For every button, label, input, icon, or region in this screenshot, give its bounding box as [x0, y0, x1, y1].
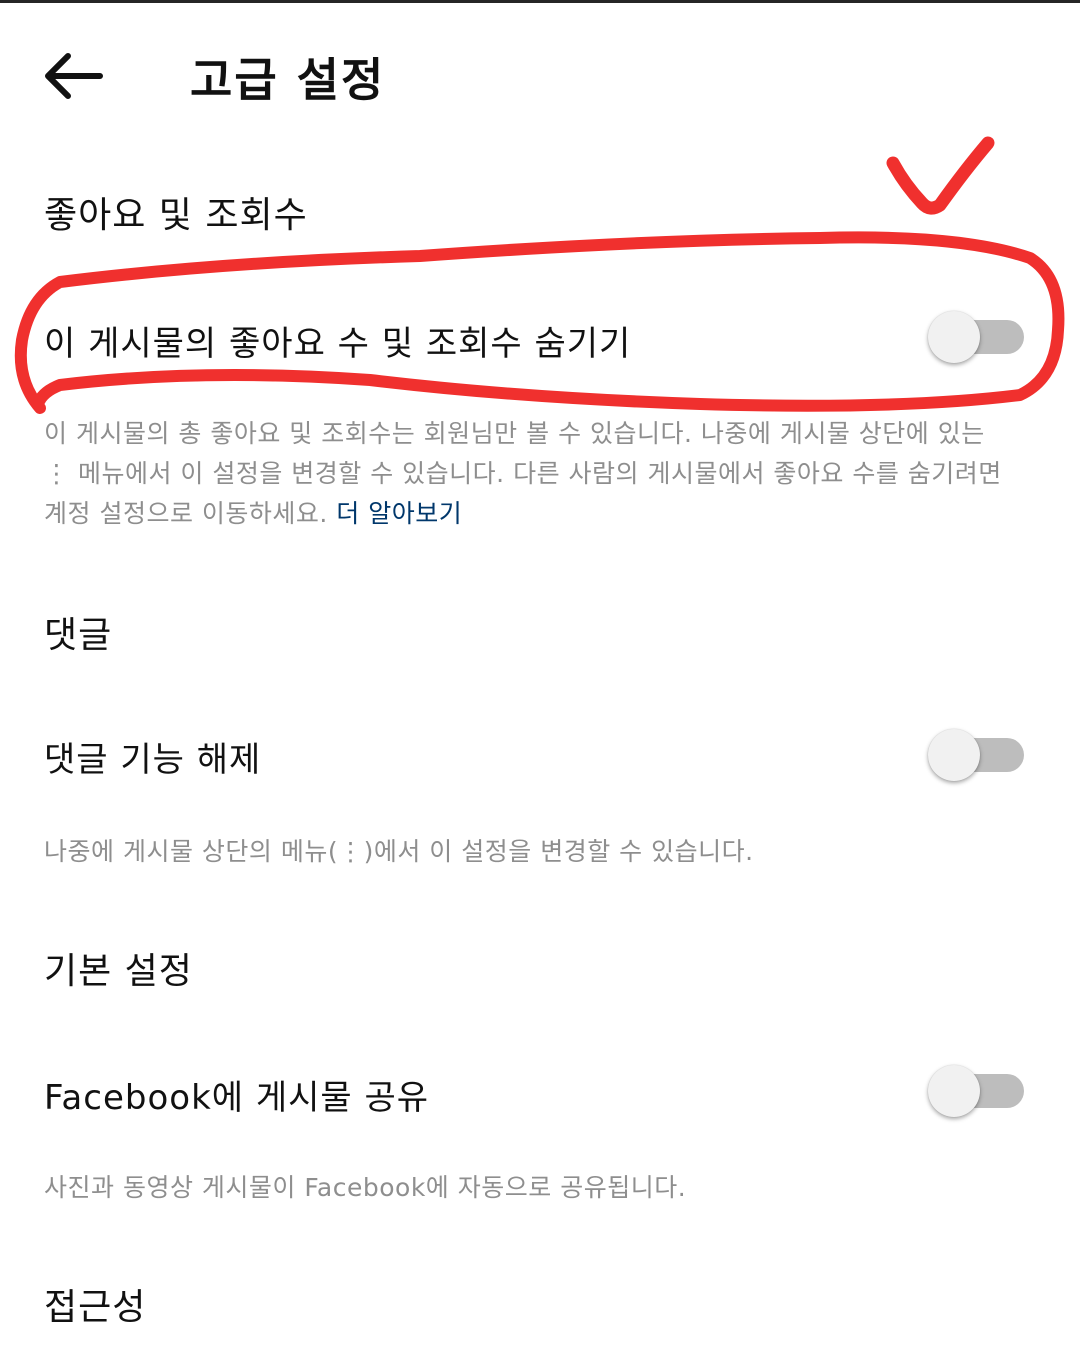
red-checkmark-icon — [886, 136, 995, 215]
hide-likes-label: 이 게시물의 좋아요 수 및 조회수 숨기기 — [44, 324, 632, 364]
hide-likes-description-text: 이 게시물의 총 좋아요 및 조회수는 회원님만 볼 수 있습니다. 나중에 게… — [44, 419, 1002, 528]
basic-settings-section-title: 기본 설정 — [44, 951, 193, 992]
toggle-thumb — [928, 311, 980, 363]
comments-section-title: 댓글 — [44, 615, 113, 656]
turn-off-comments-label: 댓글 기능 해제 — [44, 740, 262, 780]
comments-description: 나중에 게시물 상단의 메뉴(⋮)에서 이 설정을 변경할 수 있습니다. — [44, 837, 754, 866]
share-to-facebook-toggle[interactable] — [928, 1062, 1026, 1118]
hide-likes-description: 이 게시물의 총 좋아요 및 조회수는 회원님만 볼 수 있습니다. 나중에 게… — [44, 414, 1004, 534]
accessibility-section-title: 접근성 — [44, 1287, 147, 1328]
page-title: 고급 설정 — [190, 53, 386, 107]
top-border — [0, 0, 1080, 3]
toggle-thumb — [928, 1065, 980, 1117]
turn-off-comments-toggle[interactable] — [928, 726, 1026, 782]
likes-section-title: 좋아요 및 조회수 — [44, 195, 308, 236]
header: 고급 설정 — [0, 20, 1080, 130]
arrow-left-icon — [45, 53, 103, 99]
share-to-facebook-label: Facebook에 게시물 공유 — [44, 1078, 430, 1118]
back-button[interactable] — [38, 48, 110, 104]
learn-more-link[interactable]: 더 알아보기 — [336, 499, 462, 528]
toggle-thumb — [928, 729, 980, 781]
hide-likes-toggle[interactable] — [928, 308, 1026, 364]
share-to-facebook-description: 사진과 동영상 게시물이 Facebook에 자동으로 공유됩니다. — [44, 1173, 687, 1202]
